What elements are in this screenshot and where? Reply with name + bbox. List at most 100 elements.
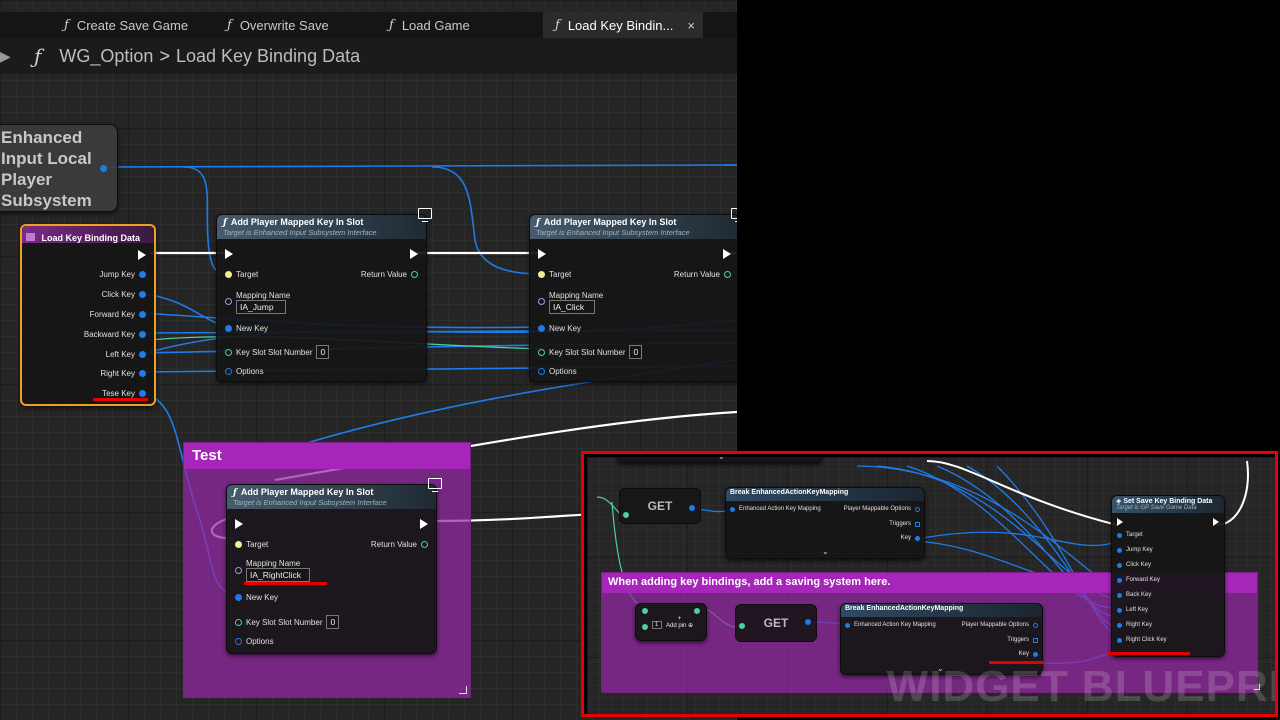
pin-dot[interactable] — [1117, 562, 1122, 568]
add-mapped-key-node-rightclick[interactable]: ƒ Add Player Mapped Key In Slot Target is… — [226, 478, 442, 654]
close-icon[interactable]: × — [687, 18, 695, 33]
add-mapped-key-node-jump[interactable]: ƒ Add Player Mapped Key In Slot Target is… — [216, 208, 432, 382]
set-pin-left[interactable]: Left Key — [1117, 607, 1148, 613]
pin-dot[interactable] — [235, 618, 242, 626]
inset-resize-handle[interactable] — [1254, 684, 1260, 690]
exec-in-pin[interactable] — [225, 249, 233, 259]
triggers-output-pin[interactable]: Triggers — [1007, 637, 1038, 643]
pin-dot[interactable] — [139, 331, 146, 338]
mapping-name-field[interactable]: IA_RightClick — [246, 568, 310, 582]
return-value-pin[interactable]: Return Value — [674, 270, 731, 279]
set-save-key-binding-node[interactable]: ◈ Set Save Key Binding Data Target is GP… — [1111, 495, 1225, 657]
set-pin-forward[interactable]: Forward Key — [1117, 577, 1160, 583]
array-index-pin[interactable] — [642, 624, 648, 630]
load-pin-click[interactable]: Click Key — [102, 290, 146, 299]
exec-out-pin[interactable] — [420, 519, 428, 529]
pin-dot[interactable] — [538, 298, 545, 305]
key-output-pin[interactable]: Key — [901, 535, 920, 541]
load-pin-tese[interactable]: Tese Key — [102, 389, 146, 398]
pin-dot[interactable] — [139, 370, 146, 377]
slot-number-pin[interactable]: Key Slot Slot Number 0 — [235, 615, 340, 629]
pin-dot[interactable] — [1117, 547, 1122, 553]
pin-dot[interactable] — [225, 368, 232, 375]
pin-dot[interactable] — [1033, 637, 1038, 643]
exec-in-pin[interactable] — [538, 249, 546, 259]
pin-dot[interactable] — [538, 348, 545, 356]
slot-number-field[interactable]: 0 — [326, 615, 340, 629]
index-field[interactable]: 1 — [652, 621, 662, 629]
pin-dot[interactable] — [139, 311, 146, 318]
array-output-pin[interactable] — [694, 608, 700, 614]
get-array-pin[interactable] — [739, 623, 745, 629]
pin-dot[interactable] — [730, 506, 735, 512]
pin-dot[interactable] — [915, 506, 920, 512]
options-pin[interactable]: Options — [235, 637, 274, 646]
load-pin-left[interactable]: Left Key — [106, 350, 146, 359]
subsystem-node[interactable]: Enhanced Input Local Player Subsystem — [0, 124, 118, 212]
back-arrow-icon[interactable]: ▶ — [0, 48, 12, 65]
pin-dot[interactable] — [139, 351, 146, 358]
pin-dot[interactable] — [1033, 622, 1038, 628]
get-output-pin[interactable] — [689, 505, 695, 511]
load-pin-forward[interactable]: Forward Key — [90, 310, 146, 319]
mapping-name-pin[interactable]: Mapping Name IA_RightClick — [235, 559, 310, 582]
load-key-binding-node[interactable]: Load Key Binding Data Jump Key Click Key… — [20, 224, 156, 406]
slot-number-field[interactable]: 0 — [316, 345, 330, 359]
target-pin[interactable]: Target — [235, 540, 268, 549]
break-key-mapping-node-top[interactable]: Break EnhancedActionKeyMapping Enhanced … — [725, 487, 925, 559]
set-pin-target[interactable]: Target — [1117, 532, 1143, 538]
pin-dot[interactable] — [1117, 592, 1122, 598]
target-pin[interactable]: Target — [225, 270, 258, 279]
tab-load-game[interactable]: ƒ Load Game — [377, 12, 527, 38]
key-output-pin[interactable]: Key — [1019, 651, 1038, 657]
pin-dot[interactable] — [724, 271, 731, 278]
pin-dot[interactable] — [1033, 651, 1038, 657]
breadcrumb-parent[interactable]: WG_Option — [59, 46, 153, 67]
exec-out-pin[interactable] — [410, 249, 418, 259]
struct-input-pin[interactable]: Enhanced Action Key Mapping — [845, 622, 936, 628]
exec-out-pin[interactable] — [1213, 518, 1219, 526]
slot-number-field[interactable]: 0 — [629, 345, 643, 359]
slot-number-pin[interactable]: Key Slot Slot Number 0 — [225, 345, 330, 359]
comment-resize-handle[interactable] — [459, 686, 467, 694]
options-output-pin[interactable]: Player Mappable Options — [962, 622, 1038, 628]
load-pin-jump[interactable]: Jump Key — [99, 270, 146, 279]
get-array-pin[interactable] — [623, 512, 629, 518]
pin-dot[interactable] — [915, 521, 920, 527]
mapping-name-pin[interactable]: Mapping Name IA_Click — [538, 291, 603, 314]
load-exec-out-pin[interactable] — [138, 250, 146, 260]
pin-dot[interactable] — [139, 271, 146, 278]
struct-input-pin[interactable]: Enhanced Action Key Mapping — [730, 506, 821, 512]
pin-dot[interactable] — [235, 541, 242, 548]
pin-dot[interactable] — [1117, 637, 1122, 643]
options-output-pin[interactable]: Player Mappable Options — [844, 506, 920, 512]
pin-dot[interactable] — [411, 271, 418, 278]
chevron-down-icon[interactable]: ⌄ — [718, 457, 725, 461]
tab-create-save-game[interactable]: ƒ Create Save Game — [52, 12, 202, 38]
exec-in-pin[interactable] — [1117, 518, 1123, 526]
options-pin[interactable]: Options — [225, 367, 264, 376]
return-value-pin[interactable]: Return Value — [361, 270, 418, 279]
mapping-name-field[interactable]: IA_Click — [549, 300, 595, 314]
pin-dot[interactable] — [915, 535, 920, 541]
pin-dot[interactable] — [139, 390, 146, 397]
options-pin[interactable]: Options — [538, 367, 577, 376]
load-pin-backward[interactable]: Backward Key — [84, 330, 146, 339]
pin-dot[interactable] — [225, 348, 232, 356]
tab-overwrite-save[interactable]: ƒ Overwrite Save — [215, 12, 365, 38]
pin-dot[interactable] — [1117, 532, 1122, 538]
pin-dot[interactable] — [139, 291, 146, 298]
inset-graph-canvas[interactable]: ⌄ GET Break EnhancedActionKeyMapping Enh… — [587, 457, 1275, 714]
add-mapped-key-node-click[interactable]: ƒ Add Player Mapped Key In Slot Target is… — [529, 208, 737, 382]
pin-dot[interactable] — [845, 622, 850, 628]
array-item-pin[interactable] — [642, 608, 648, 614]
pin-dot[interactable] — [538, 368, 545, 375]
pin-dot[interactable] — [235, 567, 242, 574]
target-pin[interactable]: Target — [538, 270, 571, 279]
new-key-pin[interactable]: New Key — [235, 593, 278, 602]
make-array-node[interactable]: 1 + Add pin ⊕ — [635, 603, 707, 641]
pin-dot[interactable] — [225, 271, 232, 278]
pin-dot[interactable] — [235, 594, 242, 601]
slot-number-pin[interactable]: Key Slot Slot Number 0 — [538, 345, 643, 359]
pin-dot[interactable] — [538, 271, 545, 278]
